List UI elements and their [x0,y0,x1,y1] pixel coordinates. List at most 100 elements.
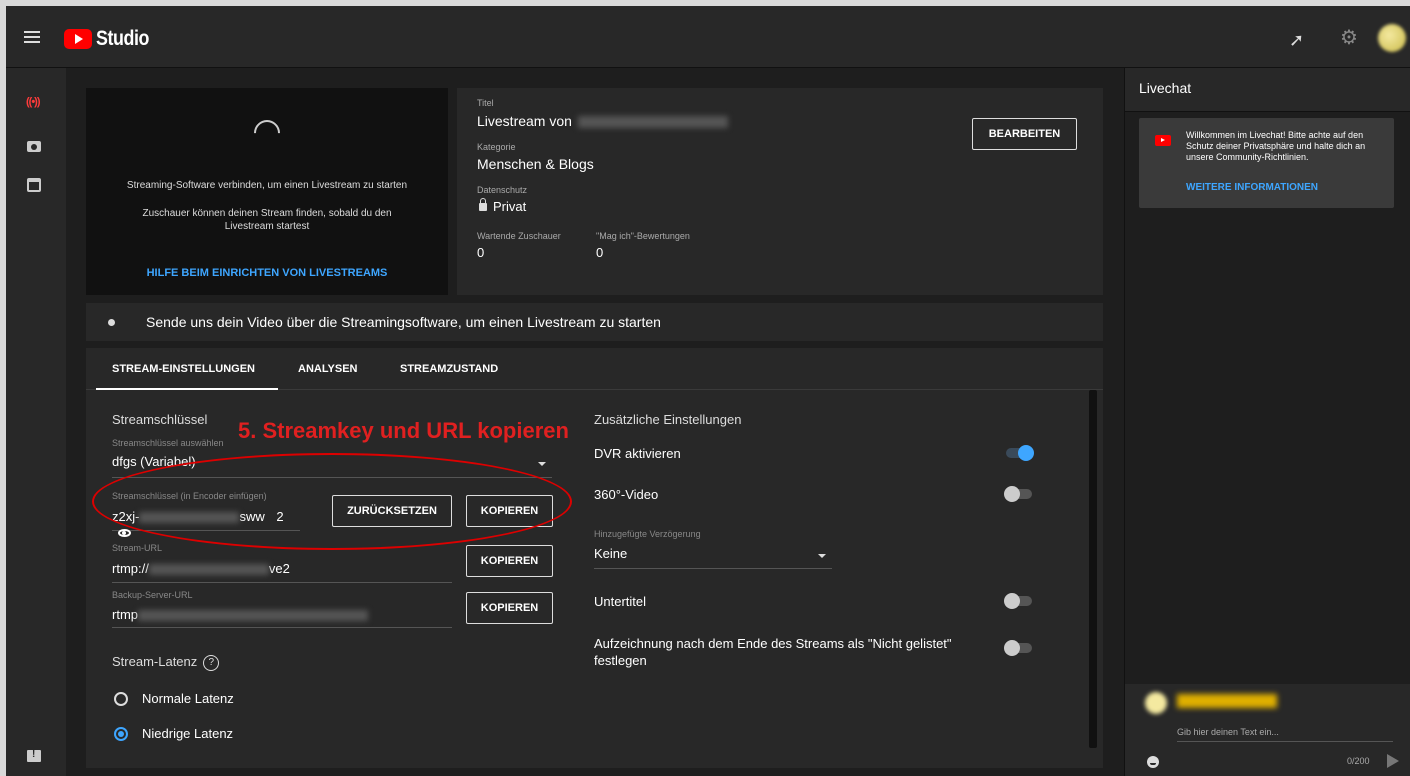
waiting-viewers-label: Wartende Zuschauer [477,231,561,241]
backup-url-label: Backup-Server-URL [112,590,193,600]
normal-latency-label: Normale Latenz [142,691,234,706]
chat-message-input[interactable]: Gib hier deinen Text ein... [1177,722,1393,742]
edit-button[interactable]: BEARBEITEN [972,118,1077,150]
copy-url-button[interactable]: KOPIEREN [466,545,553,577]
redacted-user-name [1177,694,1277,708]
stream-key-select-value: dfgs (Variabel) [112,454,196,469]
chat-title: Livechat [1139,80,1192,96]
unlisted-toggle[interactable] [1004,640,1034,656]
stream-url-value: rtmp:// ve2 [112,561,290,576]
tab-stream-settings[interactable]: STREAM-EINSTELLUNGEN [112,363,255,375]
copy-backup-url-button[interactable]: KOPIEREN [466,592,553,624]
radio-normal-latency[interactable] [114,692,128,706]
avatar[interactable] [1378,24,1406,52]
stream-key-section-title: Streamschlüssel [112,412,208,427]
studio-logo[interactable]: Studio [64,27,158,51]
stream-key-field[interactable]: Streamschlüssel (in Encoder einfügen) z2… [112,491,300,537]
radio-low-latency[interactable] [114,727,128,741]
youtube-logo-icon [64,29,92,49]
privacy-label: Datenschutz [477,185,528,195]
privacy-text: Privat [493,199,527,214]
emoji-icon[interactable] [1147,756,1159,768]
avatar [1145,692,1167,714]
waiting-viewers-value: 0 [477,245,485,260]
tab-stream-health[interactable]: STREAMZUSTAND [400,363,498,375]
category-value: Menschen & Blogs [477,156,594,172]
gear-icon[interactable]: ⚙ [1340,28,1360,48]
subtitles-label: Untertitel [594,594,647,609]
live-chat-panel: Livechat Willkommen im Livechat! Bitte a… [1124,68,1410,776]
unlisted-label: Aufzeichnung nach dem Ende des Streams a… [594,636,952,668]
stream-status-bar: Sende uns dein Video über die Streamings… [86,303,1103,341]
eye-icon[interactable] [118,528,131,537]
stream-url-field[interactable]: Stream-URL rtmp:// ve2 [112,543,452,583]
stream-preview: Streaming-Software verbinden, um einen L… [86,88,448,295]
stream-key-field-label: Streamschlüssel (in Encoder einfügen) [112,491,267,501]
status-message: Sende uns dein Video über die Streamings… [146,314,661,330]
copy-key-button[interactable]: KOPIEREN [466,495,553,527]
subtitles-toggle[interactable] [1004,593,1034,609]
delay-value: Keine [594,546,628,561]
lock-icon [479,198,487,211]
chevron-down-icon [538,462,546,466]
preview-connect-text: Streaming-Software verbinden, um einen L… [126,180,408,191]
top-bar: Studio ➚ ⚙ [6,6,1410,68]
stream-key-count: 2 [276,509,284,524]
likes-value: 0 [596,245,604,260]
360-video-label: 360°-Video [594,487,659,502]
dvr-toggle[interactable] [1004,445,1034,461]
stream-settings-panel: STREAM-EINSTELLUNGEN ANALYSEN STREAMZUST… [86,348,1103,768]
delay-select[interactable]: Hinzugefügte Verzögerung Keine [594,529,832,569]
feedback-icon[interactable] [26,748,44,766]
backup-url-field[interactable]: Backup-Server-URL rtmp [112,590,452,628]
live-broadcast-icon[interactable]: ((•)) [26,96,44,114]
app-name: Studio [96,27,149,50]
camera-icon[interactable] [26,138,44,156]
chevron-down-icon [818,554,826,558]
delay-label: Hinzugefügte Verzögerung [594,529,701,539]
char-count: 0/200 [1347,756,1370,766]
welcome-text: Willkommen im Livechat! Bitte achte auf … [1186,130,1366,162]
active-tab-indicator [96,388,278,390]
share-icon[interactable]: ➚ [1289,30,1309,50]
backup-url-prefix: rtmp [112,607,138,622]
status-dot-icon [108,319,115,326]
redacted-stream-key [139,512,240,524]
stream-latency-title-text: Stream-Latenz [112,654,198,669]
stream-key-select[interactable]: Streamschlüssel auswählen dfgs (Variabel… [112,438,552,478]
category-label: Kategorie [477,142,516,152]
stream-key-select-label: Streamschlüssel auswählen [112,438,224,448]
menu-icon[interactable] [24,31,40,43]
calendar-icon[interactable] [26,176,44,194]
reset-key-button[interactable]: ZURÜCKSETZEN [332,495,452,527]
title-label: Titel [477,98,494,108]
more-info-link[interactable]: WEITERE INFORMATIONEN [1186,182,1318,193]
low-latency-label: Niedrige Latenz [142,726,234,741]
stream-url-prefix: rtmp:// [112,561,149,576]
redacted-backup-url [138,610,368,622]
likes-label: "Mag ich"-Bewertungen [596,231,690,241]
stream-key-prefix: z2xj- [112,509,140,524]
help-setup-link[interactable]: HILFE BEIM EINRICHTEN VON LIVESTREAMS [86,267,448,279]
send-icon[interactable] [1387,754,1399,768]
youtube-icon [1155,135,1171,146]
stream-url-suffix: ve2 [268,561,290,576]
privacy-value: Privat [479,198,527,214]
loading-spinner-icon [248,114,286,152]
chat-composer: Gib hier deinen Text ein... 0/200 [1125,684,1410,776]
annotation-label: 5. Streamkey und URL kopieren [238,418,569,443]
360-video-toggle[interactable] [1004,486,1034,502]
redacted-stream-url [148,564,269,576]
redacted-channel-name [577,116,728,129]
preview-viewers-text: Zuschauer können deinen Stream finden, s… [142,208,392,232]
chat-header: Livechat [1125,68,1410,112]
help-icon[interactable]: ? [203,654,220,671]
backup-url-value: rtmp [112,607,368,622]
settings-scrollbar[interactable] [1089,390,1097,748]
left-sidebar: ((•)) [6,68,66,776]
tab-analytics[interactable]: ANALYSEN [298,363,358,375]
stream-title-text: Livestream von [477,113,572,129]
chat-welcome-message: Willkommen im Livechat! Bitte achte auf … [1139,118,1394,208]
stream-key-value: z2xj-sww 2 [112,509,300,539]
stream-title: Livestream von [477,113,728,129]
